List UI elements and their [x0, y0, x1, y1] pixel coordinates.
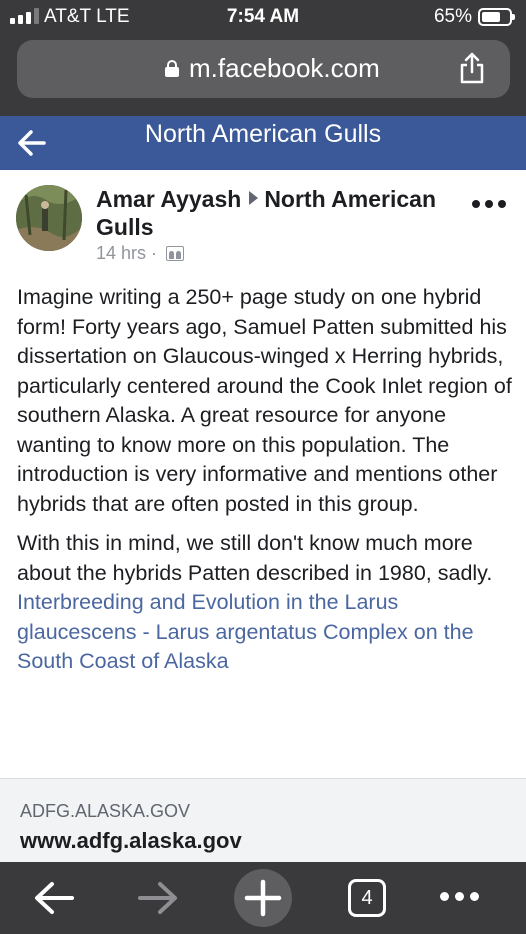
lock-icon [165, 60, 179, 77]
share-icon[interactable] [458, 52, 486, 84]
post-meta: 14 hrs · [96, 243, 185, 264]
more-menu-icon[interactable] [440, 892, 479, 901]
more-options-icon[interactable] [472, 200, 506, 208]
url-text: m.facebook.com [189, 53, 380, 83]
group-header: North American Gulls [0, 116, 526, 170]
post-card: Amar Ayyash North American Gulls 14 hrs ·… [0, 170, 526, 778]
author-name[interactable]: Amar Ayyash [96, 186, 241, 212]
post-body: Imagine writing a 250+ page study on one… [17, 283, 512, 677]
caret-right-icon [249, 191, 259, 205]
group-title[interactable]: North American Gulls [0, 120, 526, 149]
post-paragraph: With this in mind, we still don't know m… [17, 531, 493, 585]
post-paragraph: Imagine writing a 250+ page study on one… [17, 285, 512, 516]
battery-percent: 65% [433, 6, 472, 27]
plus-icon [244, 879, 282, 917]
post-author-line: Amar Ayyash North American Gulls [96, 185, 456, 241]
post-timestamp[interactable]: 14 hrs [96, 243, 146, 264]
back-icon[interactable] [32, 880, 76, 916]
post-link[interactable]: Interbreeding and Evolution in the Larus… [17, 588, 512, 677]
status-bar: AT&T LTE 7:54 AM 65% [0, 0, 526, 36]
avatar[interactable] [16, 185, 82, 251]
address-bar[interactable]: m.facebook.com [17, 40, 510, 98]
browser-toolbar: 4 [0, 862, 526, 934]
link-preview[interactable]: ADFG.ALASKA.GOV www.adfg.alaska.gov [0, 778, 526, 862]
battery-icon [478, 8, 515, 26]
preview-domain: ADFG.ALASKA.GOV [20, 801, 191, 821]
forward-icon[interactable] [136, 880, 180, 916]
new-tab-button[interactable] [234, 869, 292, 927]
preview-url: www.adfg.alaska.gov [20, 828, 242, 853]
tab-count-button[interactable]: 4 [348, 879, 386, 917]
meta-separator: · [151, 243, 158, 263]
browser-top-chrome: AT&T LTE 7:54 AM 65% m.facebook.com [0, 0, 526, 116]
group-privacy-icon [166, 246, 185, 261]
